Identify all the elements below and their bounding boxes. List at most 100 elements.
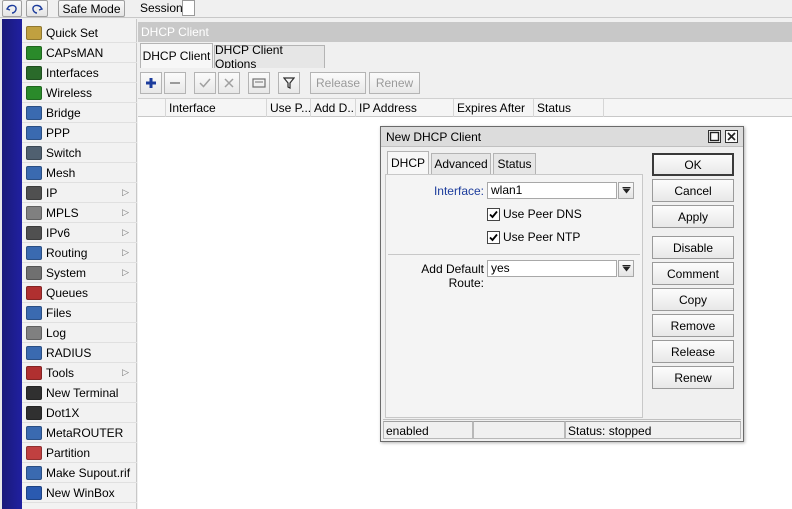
tab-dhcp-client[interactable]: DHCP Client	[140, 43, 213, 68]
capsman-icon	[26, 45, 42, 60]
dialog-tab-status[interactable]: Status	[493, 153, 536, 174]
interface-dropdown[interactable]	[618, 182, 634, 199]
cancel-button[interactable]: Cancel	[652, 179, 734, 202]
apply-button[interactable]: Apply	[652, 205, 734, 228]
sidebar-item-ppp[interactable]: PPP	[22, 123, 137, 143]
sidebar-item-label: Wireless	[46, 85, 93, 100]
dialog-tab-dhcp[interactable]: DHCP	[387, 151, 429, 174]
remove-button[interactable]: Remove	[652, 314, 734, 337]
winbox-band-fill	[2, 19, 22, 509]
sidebar-item-partition[interactable]: Partition	[22, 443, 137, 463]
maximize-icon	[709, 131, 720, 142]
sidebar-item-new-terminal[interactable]: New Terminal	[22, 383, 137, 403]
sidebar-item-label: PPP	[46, 125, 71, 140]
sidebar-item-label: New WinBox	[46, 485, 115, 500]
chevron-down-icon	[622, 264, 630, 271]
sidebar-item-tools[interactable]: Tools ▷	[22, 363, 137, 383]
chevron-down-icon	[622, 186, 630, 193]
disable-button[interactable]	[218, 72, 240, 94]
add-default-route-field[interactable]: yes	[487, 260, 617, 277]
undo-button[interactable]	[2, 0, 22, 17]
renew-button[interactable]: Renew	[652, 366, 734, 389]
sidebar-item-new-winbox[interactable]: New WinBox	[22, 483, 137, 503]
sidebar-item-switch[interactable]: Switch	[22, 143, 137, 163]
status-cell-empty	[473, 421, 565, 439]
sidebar-item-log[interactable]: Log	[22, 323, 137, 343]
sidebar-item-label: Log	[46, 325, 67, 340]
ip-icon	[26, 185, 42, 200]
terminal-icon	[26, 385, 42, 400]
dialog-tab-advanced[interactable]: Advanced	[431, 153, 491, 174]
use-peer-ntp-checkbox[interactable]	[487, 231, 500, 244]
add-default-route-label: Add Default Route:	[421, 262, 484, 290]
column-add-default[interactable]: Add D...	[311, 99, 356, 117]
main-tabs: DHCP Client DHCP Client Options	[138, 42, 792, 71]
safe-mode-button[interactable]: Safe Mode	[58, 0, 125, 17]
checkmark-icon	[489, 210, 498, 219]
column-ip-address[interactable]: IP Address	[356, 99, 454, 117]
close-button[interactable]	[725, 130, 738, 143]
sidebar-item-label: Tools	[46, 365, 75, 380]
system-icon	[26, 265, 42, 280]
dialog-title: New DHCP Client	[381, 127, 743, 147]
sidebar-item-label: Mesh	[46, 165, 76, 180]
sidebar-item-wireless[interactable]: Wireless	[22, 83, 137, 103]
use-peer-dns-checkbox[interactable]	[487, 208, 500, 221]
tab-dhcp-client-options[interactable]: DHCP Client Options	[214, 43, 325, 71]
winbox-side-band	[0, 19, 22, 509]
interfaces-icon	[26, 65, 42, 80]
queues-icon	[26, 285, 42, 300]
redo-button[interactable]	[26, 0, 48, 17]
quickset-icon	[26, 25, 42, 40]
sidebar-item-label: MPLS	[46, 205, 79, 220]
sidebar-item-system[interactable]: System ▷	[22, 263, 137, 283]
winbox-icon	[26, 485, 42, 500]
enable-button[interactable]	[194, 72, 216, 94]
undo-icon	[6, 4, 17, 14]
sidebar-item-dot1x[interactable]: Dot1X	[22, 403, 137, 423]
release-button[interactable]: Release	[652, 340, 734, 363]
sidebar-item-label: RADIUS	[46, 345, 92, 360]
comment-button[interactable]	[248, 72, 270, 94]
sidebar-item-ip[interactable]: IP ▷	[22, 183, 137, 203]
sidebar-item-radius[interactable]: RADIUS	[22, 343, 137, 363]
plus-icon	[146, 78, 156, 88]
sidebar-item-mpls[interactable]: MPLS ▷	[22, 203, 137, 223]
remove-button[interactable]	[164, 72, 186, 94]
renew-button[interactable]: Renew	[369, 72, 420, 94]
disable-button[interactable]: Disable	[652, 236, 734, 259]
copy-button[interactable]: Copy	[652, 288, 734, 311]
sidebar-item-quick-set[interactable]: Quick Set	[22, 23, 137, 43]
sidebar-item-capsman[interactable]: CAPsMAN	[22, 43, 137, 63]
dhcp-settings-panel: Interface: wlan1 Use Peer DNS Use Peer N…	[385, 174, 643, 418]
sidebar-item-interfaces[interactable]: Interfaces	[22, 63, 137, 83]
interface-field[interactable]: wlan1	[487, 182, 617, 199]
add-default-route-dropdown[interactable]	[618, 260, 634, 277]
submenu-arrow-icon: ▷	[122, 247, 129, 257]
sidebar-item-files[interactable]: Files	[22, 303, 137, 323]
ok-button[interactable]: OK	[652, 153, 734, 176]
sidebar-item-mesh[interactable]: Mesh	[22, 163, 137, 183]
sidebar-item-metarouter[interactable]: MetaROUTER	[22, 423, 137, 443]
column-interface[interactable]: Interface	[166, 99, 267, 117]
sidebar-item-bridge[interactable]: Bridge	[22, 103, 137, 123]
comment-button[interactable]: Comment	[652, 262, 734, 285]
session-field[interactable]	[182, 0, 195, 16]
mpls-icon	[26, 205, 42, 220]
sidebar-item-routing[interactable]: Routing ▷	[22, 243, 137, 263]
column-expires-after[interactable]: Expires After	[454, 99, 534, 117]
add-button[interactable]	[140, 72, 162, 94]
checkmark-icon	[489, 233, 498, 242]
maximize-button[interactable]	[708, 130, 721, 143]
submenu-arrow-icon: ▷	[122, 367, 129, 377]
grid-header: Interface Use P... Add D... IP Address E…	[138, 98, 792, 117]
sidebar-item-queues[interactable]: Queues	[22, 283, 137, 303]
sidebar-item-make-supout-rif[interactable]: Make Supout.rif	[22, 463, 137, 483]
column-use-peer[interactable]: Use P...	[267, 99, 311, 117]
column-status[interactable]: Status	[534, 99, 604, 117]
sidebar-item-ipv6[interactable]: IPv6 ▷	[22, 223, 137, 243]
filter-button[interactable]	[278, 72, 300, 94]
window-title: DHCP Client	[138, 22, 792, 42]
check-icon	[199, 78, 211, 88]
release-button[interactable]: Release	[310, 72, 366, 94]
